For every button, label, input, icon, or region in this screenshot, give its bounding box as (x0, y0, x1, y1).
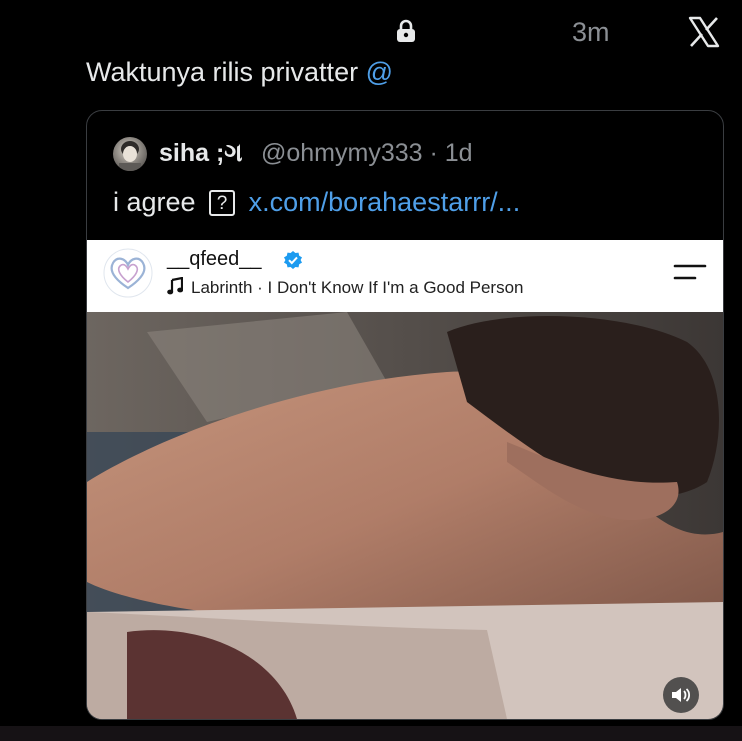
tweet-mention[interactable]: @ (366, 57, 393, 87)
verified-badge-icon (284, 251, 302, 269)
quoted-tweet-text: i agree ? x.com/borahaestarrr/... (113, 187, 520, 218)
status-row: 3m (0, 0, 742, 60)
quoted-tweet-body: i agree (113, 187, 196, 217)
photo-illustration (87, 312, 723, 719)
post-time: 3m (572, 17, 610, 47)
lock-icon (397, 19, 415, 42)
music-note-icon (167, 277, 183, 295)
heart-logo-icon[interactable] (103, 248, 153, 298)
ig-music-label[interactable]: Labrinth · I Don't Know If I'm a Good Pe… (167, 277, 524, 298)
post-photo[interactable] (87, 312, 723, 719)
tweet-text: Waktunya rilis privatter @ (86, 57, 393, 88)
quoted-tweet-link[interactable]: x.com/borahaestarrr/... (249, 187, 521, 217)
ig-username[interactable]: __qfeed__ (167, 248, 262, 271)
handle-and-time[interactable]: @ohmymy333 · 1d (261, 139, 473, 168)
tweet-body: Waktunya rilis privatter (86, 57, 366, 87)
sound-toggle-button[interactable] (663, 677, 699, 713)
avatar[interactable] (113, 137, 147, 171)
quoted-tweet-card[interactable]: siha ;ગ @ohmymy333 · 1d i agree ? x.com/… (86, 110, 724, 720)
x-logo-icon[interactable] (688, 16, 720, 48)
hamburger-menu-icon[interactable] (673, 260, 707, 284)
instagram-post-header: __qfeed__ Labrinth · I Don't Know If I'm… (87, 240, 723, 312)
display-name[interactable]: siha ;ગ (159, 139, 243, 168)
ig-music-text: Labrinth · I Don't Know If I'm a Good Pe… (191, 278, 524, 297)
missing-emoji-glyph: ? (209, 190, 236, 216)
speaker-icon (672, 688, 691, 702)
bottom-edge (0, 726, 742, 741)
